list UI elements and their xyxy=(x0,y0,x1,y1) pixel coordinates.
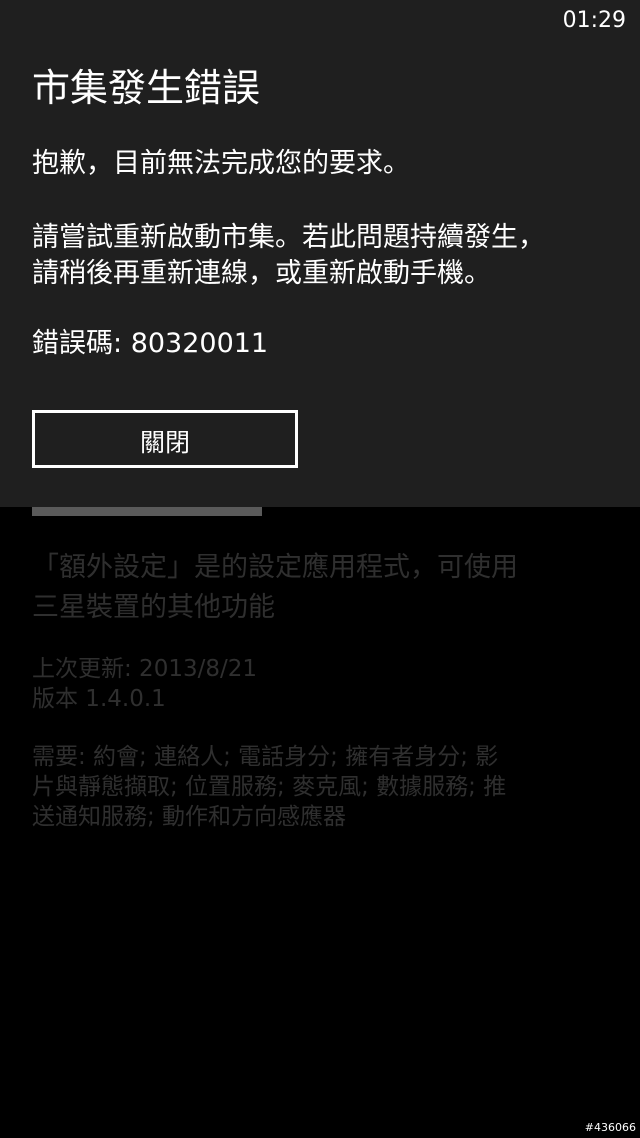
dialog-message-line1: 抱歉，目前無法完成您的要求。 xyxy=(32,148,410,179)
error-code-label: 錯誤碼: xyxy=(32,328,131,359)
error-code-line: 錯誤碼: 80320011 xyxy=(32,326,268,362)
app-description-line1: 「額外設定」是的設定應用程式，可使用 xyxy=(32,552,518,583)
error-dialog: 01:29 市集發生錯誤 抱歉，目前無法完成您的要求。 請嘗試重新啟動市集。若此… xyxy=(0,0,640,507)
error-code-value: 80320011 xyxy=(130,328,269,359)
watermark-id: #436066 xyxy=(584,1121,636,1134)
requirements-line3: 送通知服務; 動作和方向感應器 xyxy=(32,804,347,830)
last-updated-text: 上次更新: 2013/8/21 xyxy=(32,656,257,682)
requirements-line1: 需要: 約會; 連絡人; 電話身分; 擁有者身分; 影 xyxy=(32,744,499,770)
progress-bar-fill xyxy=(32,507,263,516)
app-description-line2: 三星裝置的其他功能 xyxy=(32,592,275,623)
requirements-line2: 片與靜態擷取; 位置服務; 麥克風; 數據服務; 推 xyxy=(32,774,507,800)
phone-screen: 「額外設定」是的設定應用程式，可使用 三星裝置的其他功能 上次更新: 2013/… xyxy=(0,0,640,1138)
version-text: 版本 1.4.0.1 xyxy=(32,686,166,712)
dialog-title: 市集發生錯誤 xyxy=(32,66,261,110)
progress-bar xyxy=(32,507,608,516)
close-button[interactable]: 關閉 xyxy=(32,410,298,468)
dialog-message-line3: 請稍後再重新連線，或重新啟動手機。 xyxy=(32,258,491,289)
dialog-message-line2: 請嘗試重新啟動市集。若此問題持續發生， xyxy=(32,222,545,253)
status-bar-clock: 01:29 xyxy=(562,8,626,33)
